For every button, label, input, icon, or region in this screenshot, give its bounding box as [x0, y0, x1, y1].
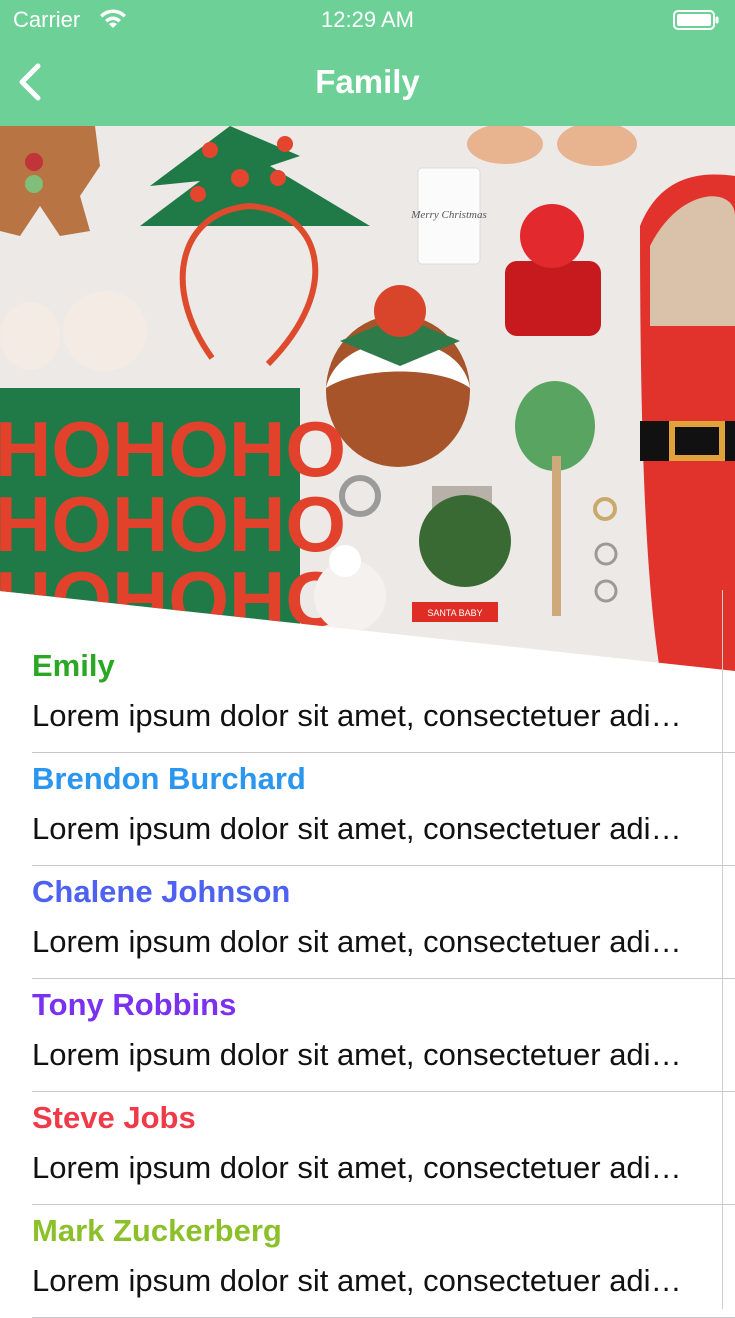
tag-text: Merry Christmas	[410, 209, 486, 221]
battery-icon	[673, 10, 719, 30]
list-item[interactable]: Emily Lorem ipsum dolor sit amet, consec…	[0, 640, 735, 753]
contact-description: Lorem ipsum dolor sit amet, consectetuer…	[32, 924, 692, 959]
contact-description: Lorem ipsum dolor sit amet, consectetuer…	[32, 1037, 692, 1072]
list-item[interactable]: Chalene Johnson Lorem ipsum dolor sit am…	[0, 866, 735, 979]
contact-description: Lorem ipsum dolor sit amet, consectetuer…	[32, 811, 692, 846]
contact-name: Mark Zuckerberg	[32, 1213, 282, 1248]
contact-name: Steve Jobs	[32, 1100, 196, 1135]
list-item[interactable]: Tony Robbins Lorem ipsum dolor sit amet,…	[0, 979, 735, 1092]
contact-list: Emily Lorem ipsum dolor sit amet, consec…	[0, 640, 735, 1318]
contact-description: Lorem ipsum dolor sit amet, consectetuer…	[32, 1150, 692, 1185]
contact-name: Tony Robbins	[32, 987, 237, 1022]
hero-image: Merry Christmas HOHOHO HOHOHO HOHOHO SAN…	[0, 126, 735, 671]
status-time: 12:29 AM	[321, 7, 414, 32]
list-item[interactable]: Steve Jobs Lorem ipsum dolor sit amet, c…	[0, 1092, 735, 1205]
pouch-text-3: HOHOHO	[0, 555, 346, 643]
list-item[interactable]: Brendon Burchard Lorem ipsum dolor sit a…	[0, 753, 735, 866]
page-title: Family	[315, 63, 420, 100]
contact-name: Chalene Johnson	[32, 874, 291, 909]
contact-name: Brendon Burchard	[32, 761, 306, 796]
list-item[interactable]: Mark Zuckerberg Lorem ipsum dolor sit am…	[0, 1205, 735, 1318]
contact-name: Emily	[32, 648, 115, 683]
contact-description: Lorem ipsum dolor sit amet, consectetuer…	[32, 1263, 692, 1298]
status-bar: Carrier 12:29 AM	[0, 0, 735, 40]
app-header: Carrier 12:29 AM Family	[0, 0, 735, 126]
lipbalm-text: SANTA BABY	[427, 608, 482, 618]
contact-description: Lorem ipsum dolor sit amet, consectetuer…	[32, 698, 692, 733]
navigation-bar: Family	[0, 40, 735, 126]
